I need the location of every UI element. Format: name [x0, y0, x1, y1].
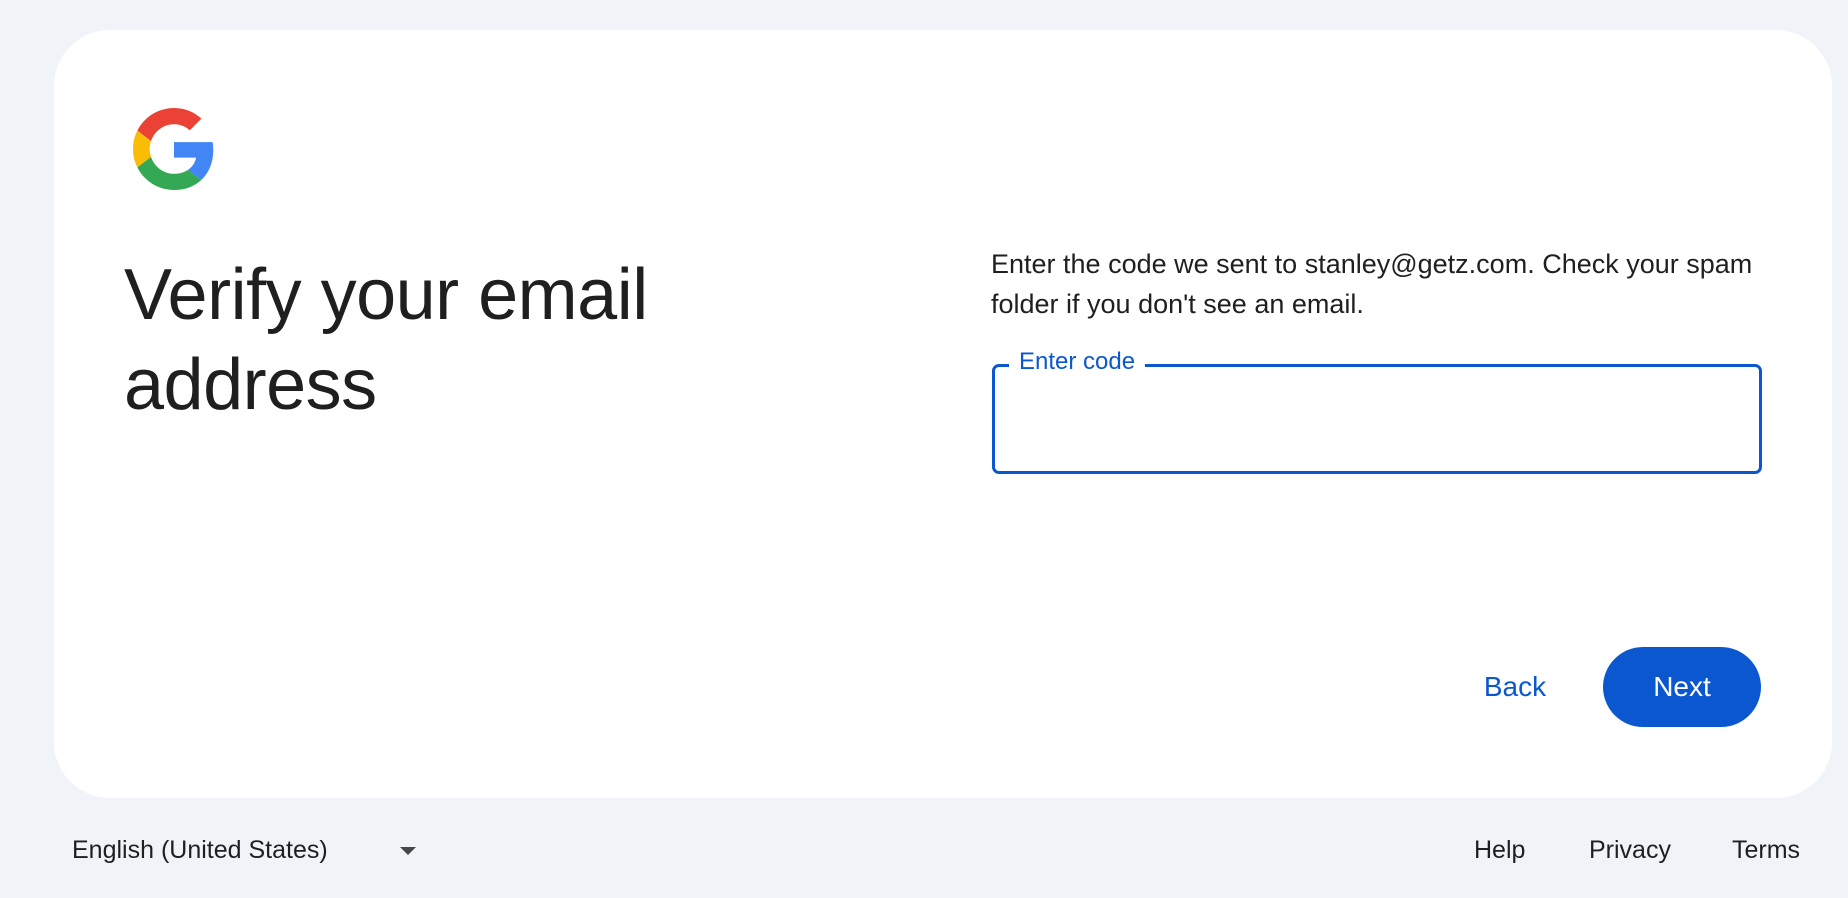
google-logo-icon — [133, 108, 215, 190]
footer: English (United States) Help Privacy Ter… — [0, 820, 1848, 880]
page-title: Verify your email address — [124, 255, 648, 425]
language-selector[interactable]: English (United States) — [72, 828, 432, 872]
help-link[interactable]: Help — [1474, 828, 1525, 872]
code-input[interactable] — [995, 367, 1759, 471]
code-field-label: Enter code — [1009, 345, 1146, 379]
back-button[interactable]: Back — [1449, 647, 1581, 727]
caret-down-icon — [400, 847, 416, 855]
sign-in-card: Verify your email address Enter the code… — [54, 30, 1832, 798]
terms-link[interactable]: Terms — [1732, 828, 1800, 872]
instruction-text: Enter the code we sent to stanley@getz.c… — [991, 249, 1753, 319]
code-field[interactable]: Enter code — [992, 345, 1762, 474]
next-button[interactable]: Next — [1603, 647, 1761, 727]
language-label: English (United States) — [72, 835, 328, 864]
privacy-link[interactable]: Privacy — [1589, 828, 1671, 872]
